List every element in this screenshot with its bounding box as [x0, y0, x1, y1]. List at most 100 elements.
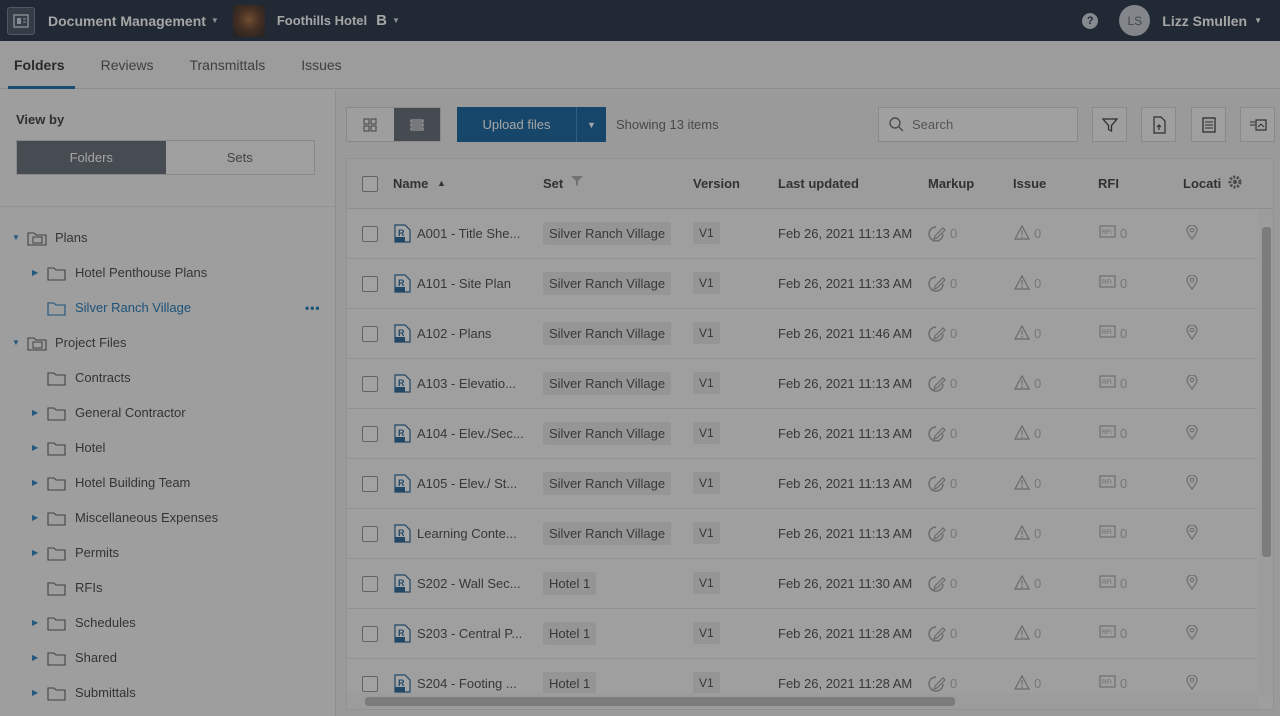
tree-item[interactable]: ▶ General Contractor	[0, 395, 335, 430]
tree-item[interactable]: ▶ Hotel Penthouse Plans	[0, 255, 335, 290]
project-thumbnail[interactable]	[232, 4, 265, 37]
version-badge[interactable]: V1	[693, 522, 720, 544]
version-badge[interactable]: V1	[693, 422, 720, 444]
file-name[interactable]: A102 - Plans	[417, 326, 491, 341]
version-badge[interactable]: V1	[693, 272, 720, 294]
file-name[interactable]: Learning Conte...	[417, 526, 517, 541]
tree-item[interactable]: ▶ Hotel	[0, 430, 335, 465]
column-issue[interactable]: Issue	[1013, 176, 1046, 191]
grid-view-icon[interactable]	[347, 108, 394, 141]
chevron-right-icon[interactable]: ▶	[32, 513, 38, 522]
upload-files-button[interactable]: Upload files ▼	[457, 107, 606, 142]
tab-folders[interactable]: Folders	[0, 41, 83, 89]
table-row[interactable]: R S203 - Central P... Hotel 1 V1 Feb 26, 202…	[347, 609, 1257, 659]
tree-item[interactable]: ▼ Plans	[0, 220, 335, 255]
search-input[interactable]	[912, 117, 1062, 132]
list-view-icon[interactable]	[393, 108, 440, 141]
export-document-icon[interactable]	[1141, 107, 1176, 142]
chevron-right-icon[interactable]: ▶	[32, 548, 38, 557]
compare-icon[interactable]	[1240, 107, 1275, 142]
row-checkbox[interactable]	[362, 526, 378, 542]
row-checkbox[interactable]	[362, 576, 378, 592]
help-icon[interactable]: ?	[1082, 12, 1099, 29]
view-by-sets-button[interactable]: Sets	[165, 141, 314, 174]
chevron-right-icon[interactable]: ▶	[32, 688, 38, 697]
filter-icon[interactable]	[1092, 107, 1127, 142]
row-checkbox[interactable]	[362, 476, 378, 492]
file-name[interactable]: S203 - Central P...	[417, 626, 522, 641]
row-checkbox[interactable]	[362, 626, 378, 642]
file-name[interactable]: A104 - Elev./Sec...	[417, 426, 524, 441]
chevron-right-icon[interactable]: ▶	[32, 478, 38, 487]
tree-item[interactable]: ▶ Shared	[0, 640, 335, 675]
chevron-right-icon[interactable]: ▶	[32, 268, 38, 277]
table-row[interactable]: R A103 - Elevatio... Silver Ranch Village V…	[347, 359, 1257, 409]
column-rfi[interactable]: RFI	[1098, 176, 1119, 191]
tab-transmittals[interactable]: Transmittals	[171, 41, 283, 88]
tree-item[interactable]: Silver Ranch Village •••	[0, 290, 335, 325]
tab-issues[interactable]: Issues	[283, 41, 359, 88]
table-row[interactable]: R A101 - Site Plan Silver Ranch Village V1 F…	[347, 259, 1257, 309]
document-management-icon[interactable]	[7, 6, 35, 35]
chevron-down-icon[interactable]: ▼	[12, 233, 20, 242]
file-name[interactable]: A001 - Title She...	[417, 226, 520, 241]
sort-ascending-icon[interactable]: ▲	[437, 178, 446, 188]
user-name[interactable]: Lizz Smullen	[1162, 13, 1247, 29]
row-checkbox[interactable]	[362, 376, 378, 392]
table-row[interactable]: R A001 - Title She... Silver Ranch Village…	[347, 209, 1257, 259]
select-all-checkbox[interactable]	[362, 176, 378, 192]
horizontal-scrollbar[interactable]	[347, 693, 1259, 709]
column-location[interactable]: Locati	[1183, 176, 1221, 191]
vertical-scrollbar[interactable]	[1259, 209, 1273, 697]
gear-icon[interactable]	[1227, 174, 1243, 193]
search-box[interactable]	[878, 107, 1078, 142]
chevron-right-icon[interactable]: ▶	[32, 618, 38, 627]
avatar[interactable]: LS	[1119, 5, 1151, 36]
column-set[interactable]: Set	[543, 176, 563, 191]
tree-item[interactable]: Contracts	[0, 360, 335, 395]
report-icon[interactable]	[1191, 107, 1226, 142]
table-row[interactable]: R A102 - Plans Silver Ranch Village V1 Feb 2…	[347, 309, 1257, 359]
version-badge[interactable]: V1	[693, 222, 720, 244]
app-title[interactable]: Document Management	[48, 13, 206, 29]
scrollbar-thumb[interactable]	[1262, 227, 1271, 557]
row-checkbox[interactable]	[362, 676, 378, 692]
chevron-down-icon[interactable]: ▼	[211, 16, 219, 25]
chevron-right-icon[interactable]: ▶	[32, 443, 38, 452]
column-filter-icon[interactable]	[571, 175, 583, 190]
version-badge[interactable]: V1	[693, 372, 720, 394]
row-checkbox[interactable]	[362, 276, 378, 292]
row-checkbox[interactable]	[362, 226, 378, 242]
row-checkbox[interactable]	[362, 426, 378, 442]
tree-item[interactable]: ▼ Project Files	[0, 325, 335, 360]
chevron-down-icon[interactable]: ▼	[392, 16, 400, 25]
table-row[interactable]: R S202 - Wall Sec... Hotel 1 V1 Feb 26, 2021…	[347, 559, 1257, 609]
file-name[interactable]: S204 - Footing ...	[417, 676, 517, 691]
tree-item[interactable]: ▶ Permits	[0, 535, 335, 570]
table-row[interactable]: R Learning Conte... Silver Ranch Village V1…	[347, 509, 1257, 559]
tree-item[interactable]: RFIs	[0, 570, 335, 605]
tree-item[interactable]: ▶ Hotel Building Team	[0, 465, 335, 500]
file-name[interactable]: A105 - Elev./ St...	[417, 476, 517, 491]
tab-reviews[interactable]: Reviews	[83, 41, 172, 88]
tree-item[interactable]: ▶ Miscellaneous Expenses	[0, 500, 335, 535]
tree-item[interactable]: ▶ Schedules	[0, 605, 335, 640]
table-row[interactable]: R A105 - Elev./ St... Silver Ranch Village…	[347, 459, 1257, 509]
version-badge[interactable]: V1	[693, 622, 720, 644]
chevron-down-icon[interactable]: ▼	[577, 107, 606, 142]
more-options-icon[interactable]: •••	[305, 301, 321, 315]
chevron-down-icon[interactable]: ▼	[1254, 16, 1262, 25]
column-version[interactable]: Version	[693, 176, 740, 191]
chevron-right-icon[interactable]: ▶	[32, 653, 38, 662]
table-row[interactable]: R A104 - Elev./Sec... Silver Ranch Village…	[347, 409, 1257, 459]
version-badge[interactable]: V1	[693, 322, 720, 344]
version-badge[interactable]: V1	[693, 572, 720, 594]
upload-files-label[interactable]: Upload files	[457, 107, 577, 142]
column-name[interactable]: Name	[393, 176, 428, 191]
chevron-right-icon[interactable]: ▶	[32, 408, 38, 417]
tree-item[interactable]: ▶ Submittals	[0, 675, 335, 710]
file-name[interactable]: S202 - Wall Sec...	[417, 576, 521, 591]
project-name[interactable]: Foothills Hotel	[277, 13, 367, 28]
file-name[interactable]: A103 - Elevatio...	[417, 376, 516, 391]
chevron-down-icon[interactable]: ▼	[12, 338, 20, 347]
